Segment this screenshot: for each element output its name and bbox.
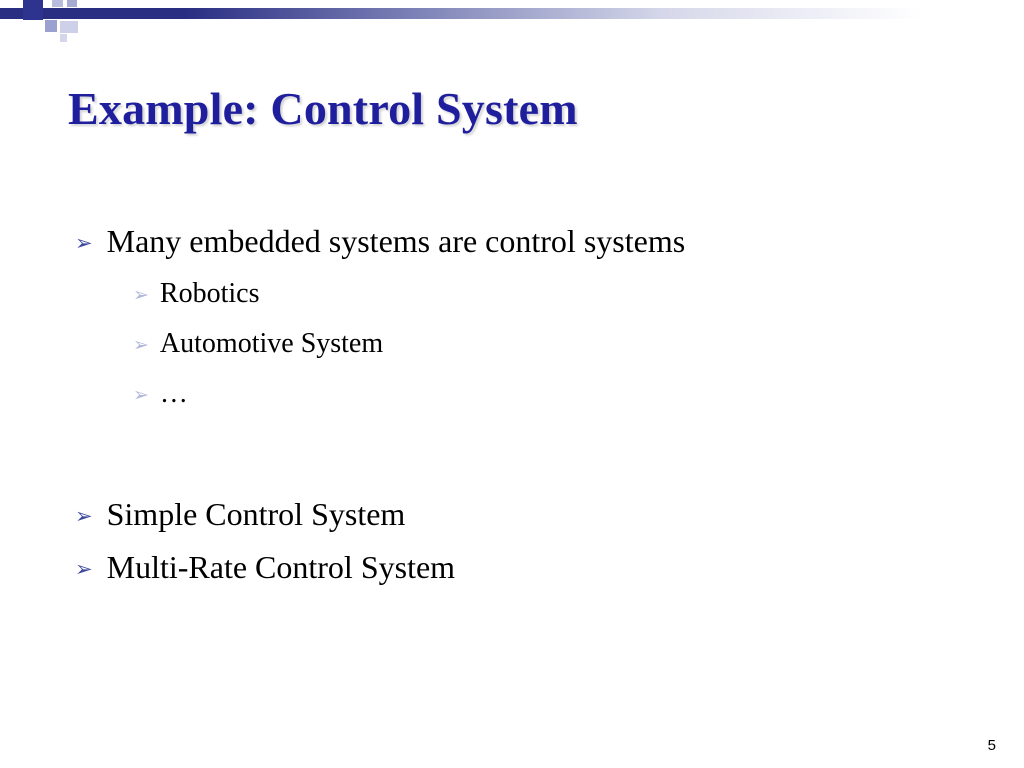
bullet-level2: ➢ … xyxy=(133,373,955,415)
triangle-bullet-icon: ➢ xyxy=(133,382,149,411)
bullet-level1: ➢ Many embedded systems are control syst… xyxy=(75,220,955,263)
deco-square xyxy=(67,0,77,7)
deco-square xyxy=(60,21,78,33)
deco-square xyxy=(60,34,67,42)
bullet-text: Multi-Rate Control System xyxy=(107,546,455,589)
triangle-bullet-icon: ➢ xyxy=(75,555,93,583)
bullet-level1: ➢ Multi-Rate Control System xyxy=(75,546,955,589)
gradient-bar xyxy=(0,8,1024,19)
triangle-bullet-icon: ➢ xyxy=(133,332,149,361)
slide: Example: Control System ➢ Many embedded … xyxy=(0,0,1024,768)
deco-square xyxy=(52,0,63,7)
triangle-bullet-icon: ➢ xyxy=(133,282,149,311)
bullet-text: … xyxy=(160,373,188,415)
slide-body: ➢ Many embedded systems are control syst… xyxy=(75,220,955,600)
triangle-bullet-icon: ➢ xyxy=(75,502,93,530)
deco-square xyxy=(23,0,43,20)
bullet-level2: ➢ Robotics xyxy=(133,273,955,315)
bullet-level2: ➢ Automotive System xyxy=(133,323,955,365)
bullet-text: Robotics xyxy=(160,273,260,315)
triangle-bullet-icon: ➢ xyxy=(75,229,93,257)
page-number: 5 xyxy=(988,737,996,754)
bullet-text: Simple Control System xyxy=(107,493,406,536)
slide-title: Example: Control System xyxy=(68,82,578,135)
bullet-level1: ➢ Simple Control System xyxy=(75,493,955,536)
header-decoration xyxy=(0,0,1024,42)
spacer xyxy=(75,423,955,493)
bullet-text: Many embedded systems are control system… xyxy=(107,220,686,263)
deco-square xyxy=(45,20,57,32)
bullet-text: Automotive System xyxy=(160,323,383,365)
